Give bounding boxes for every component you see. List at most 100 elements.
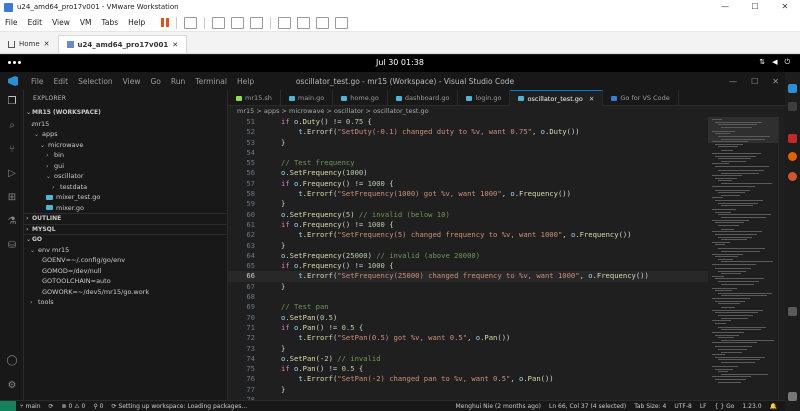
maximize-icon[interactable]: ☐ [740,0,770,14]
unity-icon[interactable] [297,16,311,29]
code-line[interactable]: 55 // Test frequency [228,158,708,168]
go-version[interactable]: 1.23.0 [738,403,765,410]
code-line[interactable]: 63} [228,241,708,251]
code-line[interactable]: 54 [228,148,708,158]
git-blame[interactable]: Menghui Nie (2 months ago) [452,403,545,410]
ubuntu-app-icon[interactable] [788,172,797,181]
sync-icon[interactable]: ⟳ [45,403,58,410]
system-tray[interactable]: ⇅ ◀ ⏻ [759,58,790,67]
tree-item-gui[interactable]: › gui [24,161,227,172]
editor-tab[interactable]: Go for VS Code [603,90,679,106]
go-env-var[interactable]: GOENV=~/.config/go/env [24,255,227,266]
code-line[interactable]: 57 if o.Frequency() != 1000 { [228,179,708,189]
firefox-app-icon[interactable] [788,152,797,161]
search-icon[interactable]: ⌕ [6,120,18,132]
tree-item-bin[interactable]: › bin [24,150,227,161]
code-line[interactable]: 66 t.Errorf("SetFrequency(25000) changed… [228,271,708,282]
show-apps-icon[interactable] [788,392,797,401]
breadcrumb[interactable]: mr15 > apps > microwave > oscillator > o… [228,106,708,117]
tree-item-testdata[interactable]: › testdata [24,182,227,193]
code-line[interactable]: 75 if o.Pan() != 0.5 { [228,364,708,374]
close-icon[interactable]: ✕ [44,40,50,48]
ports-indicator[interactable]: ⚲ 0 [89,403,107,410]
editor-tab[interactable]: dashboard.go [388,90,459,106]
snapshot-icon[interactable] [212,16,226,29]
branch-indicator[interactable]: ⑂ main [16,403,45,410]
files-app-icon[interactable] [788,102,797,111]
code-line[interactable]: 73} [228,344,708,354]
code-line[interactable]: 72 t.Errorf("SetPan(0.5) got %v, want 0.… [228,333,708,343]
menu-view[interactable]: View [47,18,75,27]
go-env-var[interactable]: GOMOD=/dev/null [24,266,227,277]
line-ending[interactable]: LF [696,403,711,410]
menu-file[interactable]: File [0,18,23,27]
outline-section[interactable]: › OUTLINE [24,213,227,224]
tree-item-mixer-go[interactable]: mixer.go [24,203,227,214]
go-env-var[interactable]: GOWORK=~/dev5/mr15/go.work [24,287,227,298]
minimize-icon[interactable]: — [729,77,737,86]
code-editor[interactable]: 51 if o.Duty() != 0.75 {52 t.Errorf("SetD… [228,117,708,400]
tree-item-mixer-test-go[interactable]: mixer_test.go [24,192,227,203]
stretch-icon[interactable] [335,16,349,29]
tab-vm[interactable]: u24_amd64_pro17v001 ✕ [57,35,188,53]
menu-help[interactable]: Help [123,18,150,27]
problems-indicator[interactable]: ⊗ 0 ⚠ 0 [58,403,90,410]
workspace-section[interactable]: ⌄MR15 (WORKSPACE) [24,108,227,119]
code-line[interactable]: 76 t.Errorf("SetPan(-2) changed pan to %… [228,374,708,384]
code-line[interactable]: 68 [228,292,708,302]
code-line[interactable]: 53} [228,138,708,148]
filezilla-app-icon[interactable] [788,134,797,143]
minimap[interactable] [708,117,778,400]
tree-item-mr15[interactable]: ⌄mr15 [24,119,227,130]
snapshot-manager-icon[interactable] [250,16,264,29]
mysql-section[interactable]: › MYSQL [24,223,227,235]
vertical-scrollbar[interactable] [778,117,785,400]
language-mode[interactable]: { } Go [711,403,739,410]
editor-tab[interactable]: mr15.sh [228,90,281,106]
code-line[interactable]: 52 t.Errorf("SetDuty(-0.1) changed duty … [228,127,708,137]
minimize-icon[interactable]: — [710,0,740,14]
code-line[interactable]: 74 o.SetPan(-2) // invalid [228,354,708,364]
go-tools-item[interactable]: › tools [24,297,227,308]
console-view-icon[interactable] [316,16,330,29]
vscode-menu-selection[interactable]: Selection [73,77,118,86]
cursor-position[interactable]: Ln 66, Col 37 (4 selected) [545,403,630,410]
revert-snapshot-icon[interactable] [231,16,245,29]
editor-tab[interactable]: login.go [458,90,511,106]
code-line[interactable]: 60 o.SetFrequency(5) // invalid (below 10… [228,210,708,220]
vscode-menu-go[interactable]: Go [145,77,165,86]
explorer-icon[interactable]: ❐ [6,96,18,108]
go-env-item[interactable]: ⌄ env mr15 [24,245,227,256]
menu-vm[interactable]: VM [75,18,97,27]
testing-icon[interactable]: ⚗ [6,216,18,228]
close-icon[interactable]: ✕ [589,95,594,103]
vscode-menu-help[interactable]: Help [232,77,259,86]
code-line[interactable]: 51 if o.Duty() != 0.75 { [228,117,708,127]
editor-tab[interactable]: home.go [333,90,388,106]
code-line[interactable]: 65 if o.Frequency() != 1000 { [228,261,708,271]
tree-item-apps[interactable]: ⌄ apps [24,129,227,140]
menu-edit[interactable]: Edit [23,18,48,27]
code-line[interactable]: 77} [228,385,708,395]
code-line[interactable]: 67} [228,282,708,292]
code-line[interactable]: 70 o.SetPan(0.5) [228,313,708,323]
vscode-menu-view[interactable]: View [118,77,146,86]
editor-tab-active[interactable]: oscillator_test.go ✕ [510,90,604,106]
code-line[interactable]: 71 if o.Pan() != 0.5 { [228,323,708,333]
activities-icon[interactable] [8,61,24,66]
settings-gear-icon[interactable]: ⚙ [6,380,18,392]
source-control-icon[interactable]: ⑂ [6,144,18,156]
code-line[interactable]: 58 t.Errorf("SetFrequency(1000) got %v, … [228,189,708,199]
fullscreen-icon[interactable] [278,16,292,29]
editor-tab[interactable]: main.go [281,90,334,106]
code-line[interactable]: 56 o.SetFrequency(1000) [228,168,708,178]
account-icon[interactable]: ◯ [6,355,18,367]
vscode-menu-terminal[interactable]: Terminal [190,77,232,86]
vscode-menu-run[interactable]: Run [166,77,190,86]
remote-indicator-icon[interactable] [0,400,16,411]
send-ctrl-alt-del-icon[interactable] [184,16,198,29]
code-line[interactable]: 69 // Test pan [228,302,708,312]
tab-size[interactable]: Tab Size: 4 [630,403,670,410]
menu-tabs[interactable]: Tabs [97,18,124,27]
run-debug-icon[interactable]: ▷ [6,168,18,180]
